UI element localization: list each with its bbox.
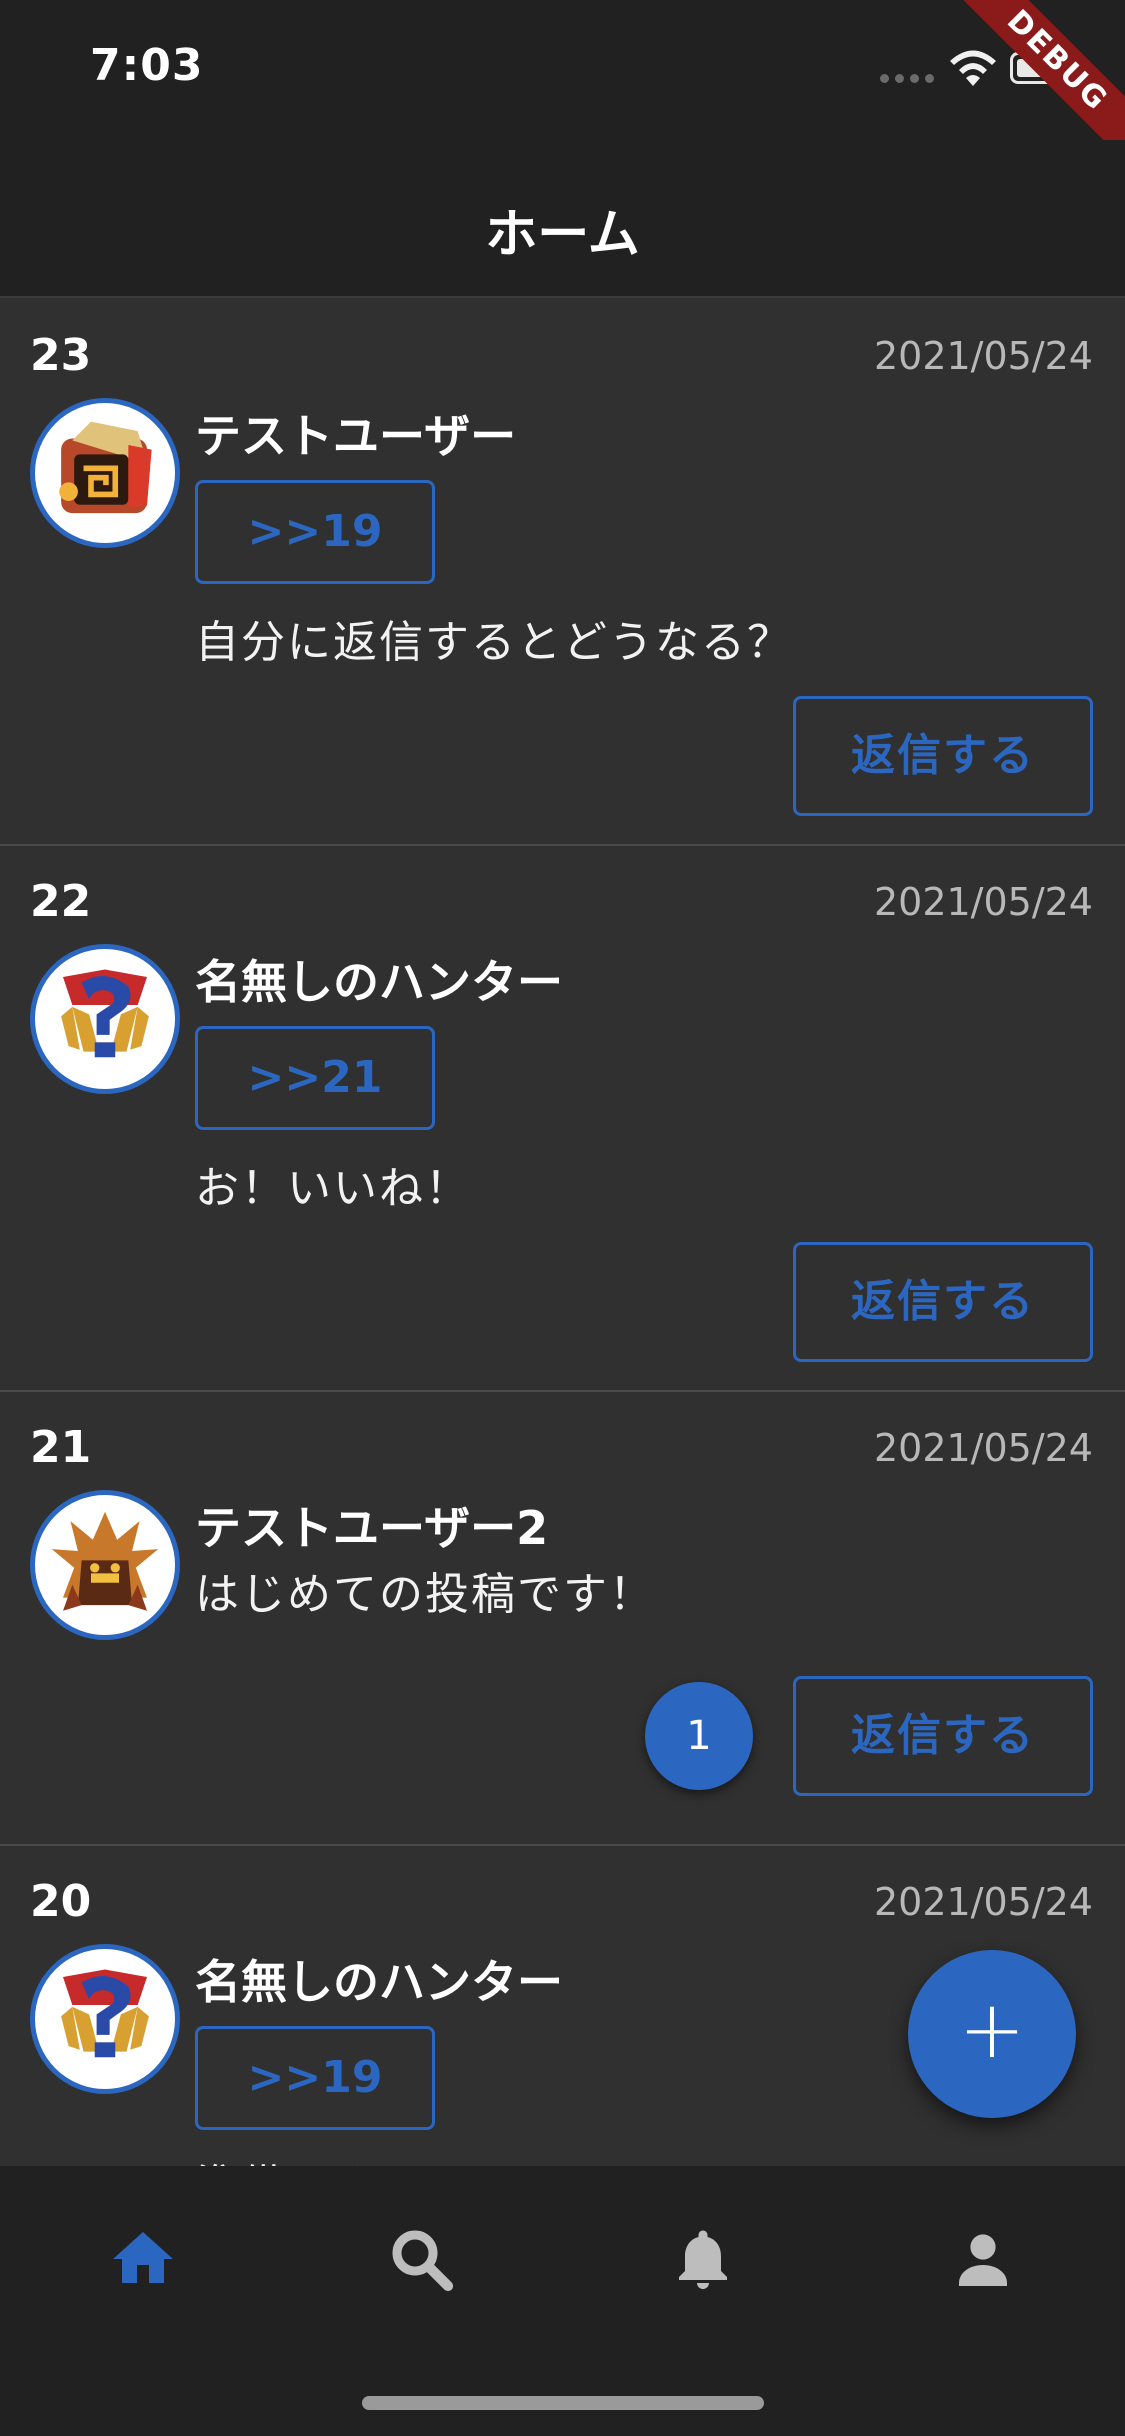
post-date: 2021/05/24 — [873, 880, 1093, 924]
search-icon — [392, 2230, 454, 2292]
home-icon — [113, 2232, 173, 2283]
reply-reference-link[interactable]: >>19 — [195, 2026, 435, 2130]
nav-notifications[interactable] — [658, 2214, 748, 2304]
status-time: 7:03 — [90, 40, 204, 91]
reply-count-badge[interactable]: 1 — [645, 1682, 753, 1790]
nav-profile[interactable] — [938, 2214, 1028, 2304]
post-body: はじめての投稿です！ — [195, 1569, 655, 1620]
avatar[interactable] — [30, 1490, 180, 1640]
post-number: 20 — [30, 1876, 92, 1927]
home-indicator — [362, 2396, 764, 2410]
wifi-icon — [950, 50, 996, 86]
monster-crest-icon — [51, 1511, 159, 1611]
page-title: ホーム — [485, 205, 640, 265]
post-feed[interactable]: 23 2021/05/24 テストユーザー >>19 自分に返信するとどうなる？… — [0, 300, 1125, 2166]
post-date: 2021/05/24 — [873, 1426, 1093, 1470]
reply-reference-link[interactable]: >>21 — [195, 1026, 435, 1130]
user-name: 名無しのハンター — [195, 955, 563, 1009]
reply-reference-link[interactable]: >>19 — [195, 480, 435, 584]
avatar[interactable] — [30, 944, 180, 1094]
add-post-button[interactable]: + — [908, 1950, 1076, 2118]
post-item[interactable]: 22 2021/05/24 名無しのハンター >>21 お！いいね！ 返信する — [0, 846, 1125, 1392]
signal-icon — [880, 74, 934, 83]
nav-search[interactable] — [376, 2214, 466, 2304]
reply-button[interactable]: 返信する — [793, 696, 1093, 816]
post-number: 23 — [30, 330, 92, 381]
post-date: 2021/05/24 — [873, 1880, 1093, 1924]
post-item[interactable]: 21 2021/05/24 テストユーザー2 はじめての投稿です！ 1 返信する — [0, 1392, 1125, 1846]
reply-button[interactable]: 返信する — [793, 1676, 1093, 1796]
monster-crest-icon — [59, 421, 152, 514]
status-bar: 7:03 DEBUG — [0, 0, 1125, 170]
post-body: お！いいね！ — [195, 1163, 471, 1214]
question-crest-icon — [61, 1969, 149, 2058]
bell-icon — [679, 2230, 727, 2289]
post-body: 準備できました — [195, 2150, 517, 2166]
nav-home[interactable] — [98, 2214, 188, 2304]
post-body: 自分に返信するとどうなる？ — [195, 617, 793, 668]
post-number: 21 — [30, 1422, 92, 1473]
user-name: テストユーザー2 — [195, 1501, 549, 1555]
post-item[interactable]: 23 2021/05/24 テストユーザー >>19 自分に返信するとどうなる？… — [0, 300, 1125, 846]
post-date: 2021/05/24 — [873, 334, 1093, 378]
question-crest-icon — [61, 969, 149, 1058]
post-number: 22 — [30, 876, 92, 927]
avatar[interactable] — [30, 1944, 180, 2094]
person-icon — [959, 2234, 1007, 2286]
reply-button[interactable]: 返信する — [793, 1242, 1093, 1362]
app-bar: ホーム — [0, 140, 1125, 298]
user-name: テストユーザー — [195, 409, 517, 463]
user-name: 名無しのハンター — [195, 1955, 563, 2009]
avatar[interactable] — [30, 398, 180, 548]
